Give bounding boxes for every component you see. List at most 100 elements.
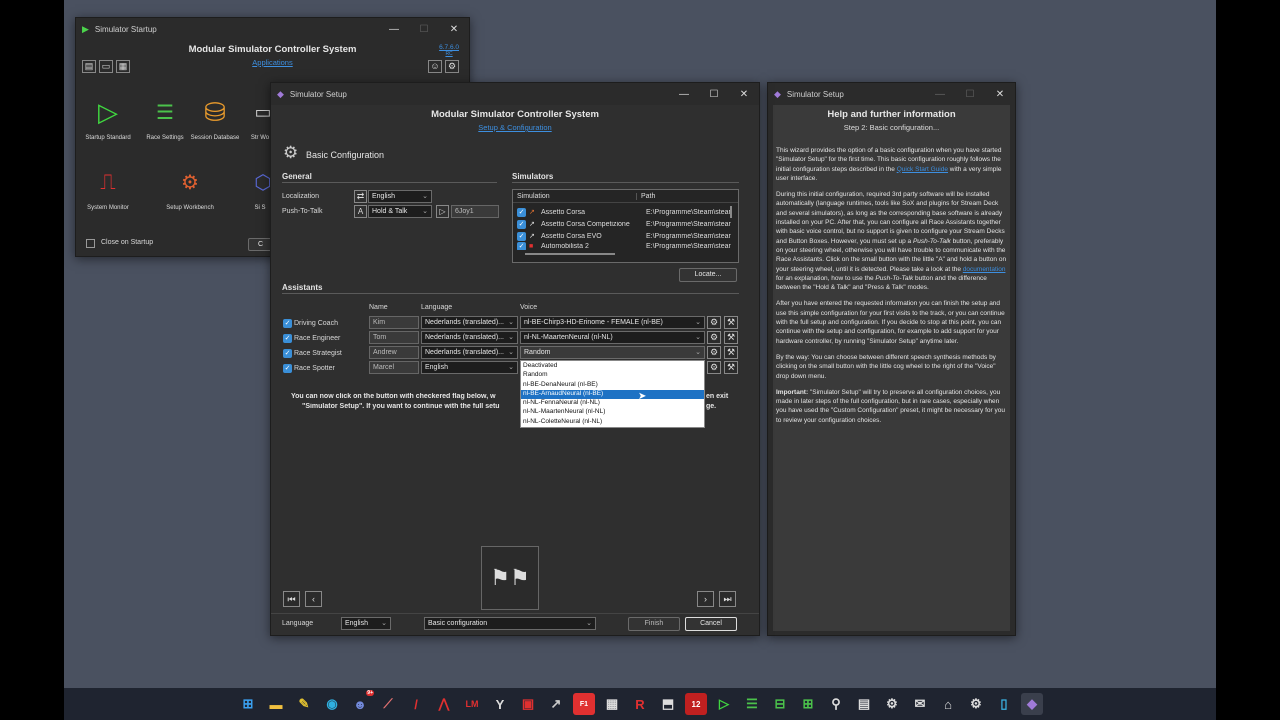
- assistant-voice-dropdown[interactable]: nl-NL-MaartenNeural (nl-NL) ⌄: [520, 331, 705, 344]
- title-bar[interactable]: ◆ Simulator Setup — ☐ ✕: [271, 83, 759, 105]
- last-page-icon[interactable]: ⏭: [719, 591, 736, 607]
- simulator-row[interactable]: ✓ ↗ Assetto Corsa E:\Programme\Steam\stear: [513, 206, 738, 218]
- horizontal-scrollbar[interactable]: [525, 253, 615, 255]
- documentation-link[interactable]: documentation: [963, 266, 1006, 273]
- app-icon[interactable]: ▦: [601, 693, 623, 715]
- wrench-icon[interactable]: ⚒: [724, 331, 738, 344]
- applications-link[interactable]: Applications: [76, 58, 469, 67]
- assistant-language-dropdown[interactable]: Nederlands (translated)... ⌄: [421, 316, 518, 329]
- play-icon[interactable]: ▷: [436, 205, 449, 218]
- grid-icon[interactable]: ▦: [116, 60, 130, 73]
- cog-icon[interactable]: ⚙: [707, 361, 721, 374]
- assistant-voice-dropdown[interactable]: Random ⌄: [520, 346, 705, 359]
- app-system-monitor[interactable]: ⎍ System Monitor: [82, 163, 134, 211]
- console-icon[interactable]: ▭: [99, 60, 113, 73]
- app-icon[interactable]: ⬒: [657, 693, 679, 715]
- user-icon[interactable]: ☺: [428, 60, 442, 73]
- letter-a-icon[interactable]: A: [354, 205, 367, 218]
- voice-option[interactable]: nl-NL-FennaNeural (nl-NL): [521, 399, 704, 408]
- app-icon[interactable]: ⚲: [825, 693, 847, 715]
- app-race-settings[interactable]: ☰ Race Settings: [139, 93, 191, 142]
- race-settings-icon[interactable]: ☰: [741, 693, 763, 715]
- wrench-icon[interactable]: ⚒: [724, 361, 738, 374]
- simulator-row[interactable]: ✓ ↗ Assetto Corsa Competizione E:\Programme…: [513, 218, 738, 230]
- edge-icon[interactable]: ◉: [321, 693, 343, 715]
- app-icon[interactable]: ▤: [853, 693, 875, 715]
- book-icon[interactable]: ▤: [82, 60, 96, 73]
- close-button[interactable]: ✕: [729, 89, 759, 100]
- 12-icon[interactable]: 12: [685, 693, 707, 715]
- simulators-table[interactable]: Simulation Path ✓ ↗ Assetto Corsa E:\Progra…: [512, 189, 739, 263]
- windows-icon[interactable]: ⊞: [237, 693, 259, 715]
- maximize-button[interactable]: ☐: [699, 89, 729, 100]
- finish-button[interactable]: Finish: [628, 617, 680, 631]
- app-icon[interactable]: ✎: [293, 693, 315, 715]
- app-icon[interactable]: ⊞: [797, 693, 819, 715]
- checkered-flag-button[interactable]: ⚑⚑: [481, 546, 539, 610]
- active-app-icon[interactable]: ◆: [1021, 693, 1043, 715]
- assistant-checkbox[interactable]: ✓: [283, 349, 292, 358]
- voice-options-list[interactable]: Deactivated Random nl-BE-DenaNeural (nl-…: [520, 360, 705, 428]
- ptt-button-field[interactable]: 6Joy1: [451, 205, 499, 218]
- vertical-scrollbar[interactable]: [730, 206, 732, 218]
- app-startup-standard[interactable]: ▷ Startup Standard: [82, 93, 134, 142]
- cancel-button[interactable]: Cancel: [685, 617, 737, 631]
- assistant-checkbox[interactable]: ✓: [283, 319, 292, 328]
- f1-icon[interactable]: F1: [573, 693, 595, 715]
- assistant-language-dropdown[interactable]: Nederlands (translated)... ⌄: [421, 331, 518, 344]
- title-bar[interactable]: ◆ Simulator Setup — ☐ ✕: [768, 83, 1015, 105]
- previous-page-icon[interactable]: ‹: [305, 591, 322, 607]
- assistant-checkbox[interactable]: ✓: [283, 364, 292, 373]
- voice-option[interactable]: nl-NL-ColetteNeural (nl-NL): [521, 418, 704, 427]
- app-icon[interactable]: ✉: [909, 693, 931, 715]
- startup-icon[interactable]: ▷: [713, 693, 735, 715]
- assistant-voice-dropdown[interactable]: nl-BE-Chirp3-HD-Erinome - FEMALE (nl-BE)…: [520, 316, 705, 329]
- iracing-icon[interactable]: Y: [489, 693, 511, 715]
- cog-icon[interactable]: ⚙: [707, 331, 721, 344]
- col-simulation[interactable]: Simulation: [513, 192, 637, 200]
- app-icon[interactable]: ▣: [517, 693, 539, 715]
- ptt-dropdown[interactable]: Hold & Talk ⌄: [368, 205, 432, 218]
- close-button[interactable]: ✕: [985, 89, 1015, 100]
- minimize-button[interactable]: —: [669, 89, 699, 100]
- racing-icon[interactable]: /: [405, 693, 427, 715]
- close-on-startup-checkbox[interactable]: [86, 239, 95, 248]
- localization-dropdown[interactable]: English ⌄: [368, 190, 432, 203]
- footer-language-dropdown[interactable]: English ⌄: [341, 617, 391, 630]
- voice-option[interactable]: nl-NL-MaartenNeural (nl-NL): [521, 408, 704, 417]
- assistant-checkbox[interactable]: ✓: [283, 334, 292, 343]
- assistant-name-field[interactable]: Marcel: [369, 361, 419, 374]
- app-session-database[interactable]: ⛁ Session Database: [189, 93, 241, 142]
- title-bar[interactable]: ▶ Simulator Startup — ☐ ✕: [76, 18, 469, 40]
- maximize-button[interactable]: ☐: [955, 89, 985, 100]
- wrench-icon[interactable]: ⚒: [724, 346, 738, 359]
- app-icon[interactable]: ↗: [545, 693, 567, 715]
- wrench-icon[interactable]: ⚒: [724, 316, 738, 329]
- app-setup-workbench[interactable]: ⚙ Setup Workbench: [164, 163, 216, 212]
- voice-option[interactable]: Deactivated: [521, 362, 704, 371]
- minimize-button[interactable]: —: [379, 24, 409, 35]
- discord-icon[interactable]: ☻ 9+: [349, 690, 374, 715]
- close-button[interactable]: ✕: [439, 24, 469, 35]
- voice-option[interactable]: nl-BE-DenaNeural (nl-BE): [521, 381, 704, 390]
- preset-dropdown[interactable]: Basic configuration ⌄: [424, 617, 596, 630]
- assetto-icon[interactable]: ⟋: [377, 693, 399, 715]
- maximize-button[interactable]: ☐: [409, 24, 439, 35]
- app-icon[interactable]: ⌂: [937, 693, 959, 715]
- next-page-icon[interactable]: ›: [697, 591, 714, 607]
- first-page-icon[interactable]: ⏮: [283, 591, 300, 607]
- locate-button[interactable]: Locate...: [679, 268, 737, 282]
- cog-icon[interactable]: ⚙: [707, 316, 721, 329]
- app-icon[interactable]: ⊟: [769, 693, 791, 715]
- settings-gear-icon[interactable]: ⚙: [445, 60, 459, 73]
- app-icon[interactable]: ⚙: [881, 693, 903, 715]
- translate-icon[interactable]: ⇄: [354, 190, 367, 203]
- ams-icon[interactable]: ⋀: [433, 693, 455, 715]
- simulator-row[interactable]: ✓ ■ Automobilista 2 E:\Programme\Steam\stea…: [513, 242, 738, 250]
- minimize-button[interactable]: —: [925, 89, 955, 100]
- col-path[interactable]: Path: [637, 193, 655, 200]
- assistant-name-field[interactable]: Andrew: [369, 346, 419, 359]
- assistant-name-field[interactable]: Tom: [369, 331, 419, 344]
- version-link[interactable]: 6.7.6.0 RC: [439, 44, 459, 57]
- setup-icon[interactable]: ⚙: [965, 693, 987, 715]
